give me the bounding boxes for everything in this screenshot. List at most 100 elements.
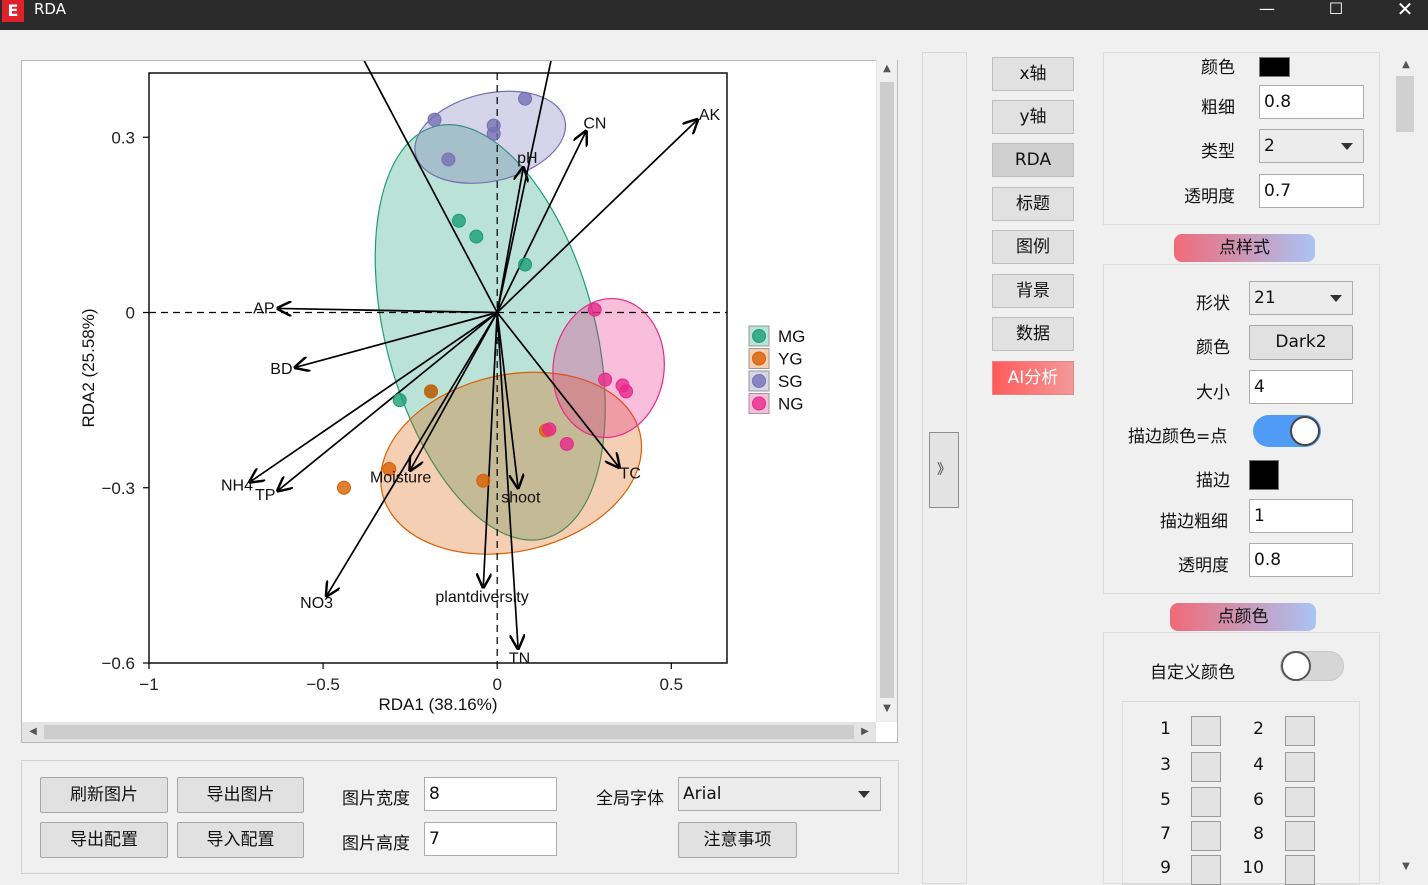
- arrow-label-ap: AP: [253, 300, 274, 317]
- title-bar: E RDA — ☐ ✕: [0, 0, 1428, 30]
- custom-color-toggle[interactable]: [1280, 651, 1344, 681]
- data-point-sg: [427, 112, 442, 127]
- global-font-select[interactable]: Arial: [678, 777, 881, 811]
- menu-title[interactable]: 标题: [992, 187, 1074, 221]
- point-color-group: 自定义颜色 1 2 3 4 5 6 7 8 9 10: [1103, 632, 1380, 885]
- bottom-toolbar: 刷新图片 导出图片 导出配置 导入配置 图片宽度 8 图片高度 7 全局字体 A…: [21, 760, 899, 874]
- slot-label: 4: [1253, 755, 1264, 775]
- x-tick-label: −0.5: [306, 675, 340, 694]
- notes-button[interactable]: 注意事项: [678, 822, 797, 858]
- width-label: 图片宽度: [342, 789, 410, 809]
- arrow-label-tn: TN: [509, 650, 530, 667]
- plot-viewport: rootANEPpHCNAKAPBDNH4TPMoistureshootTCpl…: [21, 60, 898, 743]
- image-width-input[interactable]: 8: [424, 777, 557, 811]
- import-config-button[interactable]: 导入配置: [177, 822, 304, 858]
- font-label: 全局字体: [596, 789, 664, 809]
- menu-y-axis[interactable]: y轴: [992, 100, 1074, 134]
- slot-label: 10: [1242, 858, 1264, 878]
- h-scroll-thumb[interactable]: [44, 725, 854, 739]
- maximize-button[interactable]: ☐: [1313, 0, 1359, 22]
- scroll-right-arrow-icon[interactable]: ▶: [856, 723, 874, 741]
- menu-x-axis[interactable]: x轴: [992, 57, 1074, 91]
- stroke-width-label: 描边粗细: [1160, 512, 1228, 532]
- arrow-label-bd: BD: [270, 361, 292, 378]
- slot-label: 7: [1160, 824, 1171, 844]
- chevron-down-icon: [1330, 295, 1342, 302]
- point-alpha-input[interactable]: 0.8: [1249, 543, 1353, 577]
- data-point-yg: [424, 384, 439, 399]
- line-width-input[interactable]: 0.8: [1259, 85, 1364, 119]
- color-slot[interactable]: [1191, 821, 1221, 851]
- scroll-down-arrow-icon[interactable]: ▼: [1397, 858, 1415, 876]
- color-slot[interactable]: [1191, 716, 1221, 746]
- legend-label-ng: NG: [778, 395, 804, 414]
- arrow-label-tc: TC: [620, 465, 641, 482]
- shape-value: 21: [1254, 288, 1276, 308]
- slot-label: 5: [1160, 790, 1171, 810]
- point-style-group: 形状 21 颜色 Dark2 大小 4 描边颜色=点 描边 描边粗细 1 透明度…: [1103, 264, 1380, 594]
- data-point-ng: [587, 302, 602, 317]
- window-title: RDA: [34, 0, 66, 18]
- height-label: 图片高度: [342, 834, 410, 854]
- x-tick-label: 0.5: [659, 675, 683, 694]
- menu-background[interactable]: 背景: [992, 274, 1074, 308]
- export-image-button[interactable]: 导出图片: [177, 777, 304, 813]
- menu-ai-analysis[interactable]: AI分析: [992, 361, 1074, 395]
- scroll-thumb[interactable]: [880, 82, 894, 698]
- collapse-toggle-button[interactable]: 》: [929, 432, 959, 508]
- shape-select[interactable]: 21: [1249, 281, 1353, 315]
- menu-data[interactable]: 数据: [992, 317, 1074, 351]
- scroll-down-arrow-icon[interactable]: ▼: [878, 700, 896, 718]
- stroke-equals-point-toggle[interactable]: [1253, 415, 1321, 447]
- slot-label: 3: [1160, 755, 1171, 775]
- data-point-mg: [392, 393, 407, 408]
- scroll-up-arrow-icon[interactable]: ▲: [1397, 56, 1415, 74]
- minimize-button[interactable]: —: [1244, 0, 1290, 22]
- line-settings-group: 颜色 粗细 0.8 类型 2 透明度 0.7: [1103, 52, 1380, 225]
- line-alpha-input[interactable]: 0.7: [1259, 174, 1364, 208]
- size-input[interactable]: 4: [1249, 370, 1353, 404]
- stroke-width-input[interactable]: 1: [1249, 499, 1353, 533]
- data-point-ng: [619, 384, 634, 399]
- data-point-mg: [518, 257, 533, 272]
- legend-point-yg: [752, 351, 766, 366]
- arrow-label-moisture: Moisture: [370, 470, 431, 487]
- y-tick-label: 0: [126, 304, 135, 323]
- y-tick-label: −0.6: [101, 654, 135, 673]
- menu-legend[interactable]: 图例: [992, 230, 1074, 264]
- image-height-input[interactable]: 7: [424, 822, 557, 856]
- rda-plot: rootANEPpHCNAKAPBDNH4TPMoistureshootTCpl…: [79, 61, 805, 714]
- data-point-yg: [476, 473, 491, 488]
- color-slot[interactable]: [1285, 787, 1315, 817]
- scroll-left-arrow-icon[interactable]: ◀: [24, 723, 42, 741]
- global-font-value: Arial: [683, 784, 722, 804]
- settings-scrollbar[interactable]: ▲ ▼: [1394, 52, 1418, 882]
- chevron-down-icon: [1341, 143, 1353, 150]
- data-point-mg: [451, 213, 466, 228]
- color-slot[interactable]: [1191, 855, 1221, 885]
- stroke-color-swatch[interactable]: [1249, 460, 1279, 490]
- data-point-sg: [518, 91, 533, 106]
- color-slot[interactable]: [1191, 752, 1221, 782]
- close-button[interactable]: ✕: [1382, 0, 1428, 22]
- x-tick-label: −1: [139, 675, 158, 694]
- line-type-select[interactable]: 2: [1259, 129, 1364, 163]
- color-slot[interactable]: [1285, 821, 1315, 851]
- legend-point-mg: [752, 329, 766, 343]
- plot-horizontal-scrollbar[interactable]: ◀ ▶: [22, 722, 876, 742]
- plot-vertical-scrollbar[interactable]: ▲ ▼: [876, 60, 897, 722]
- scroll-up-arrow-icon[interactable]: ▲: [878, 60, 896, 78]
- menu-rda[interactable]: RDA: [992, 143, 1074, 177]
- color-slot[interactable]: [1191, 787, 1221, 817]
- color-slot[interactable]: [1285, 716, 1315, 746]
- line-color-label: 颜色: [1201, 58, 1235, 78]
- color-slot[interactable]: [1285, 855, 1315, 885]
- color-slot[interactable]: [1285, 752, 1315, 782]
- palette-button[interactable]: Dark2: [1249, 325, 1353, 360]
- settings-scroll-thumb[interactable]: [1396, 76, 1414, 132]
- refresh-image-button[interactable]: 刷新图片: [40, 777, 168, 813]
- point-color-header: 点颜色: [1170, 603, 1316, 631]
- export-config-button[interactable]: 导出配置: [40, 822, 168, 858]
- line-color-swatch[interactable]: [1259, 57, 1290, 77]
- arrow-label-cn: CN: [583, 116, 606, 133]
